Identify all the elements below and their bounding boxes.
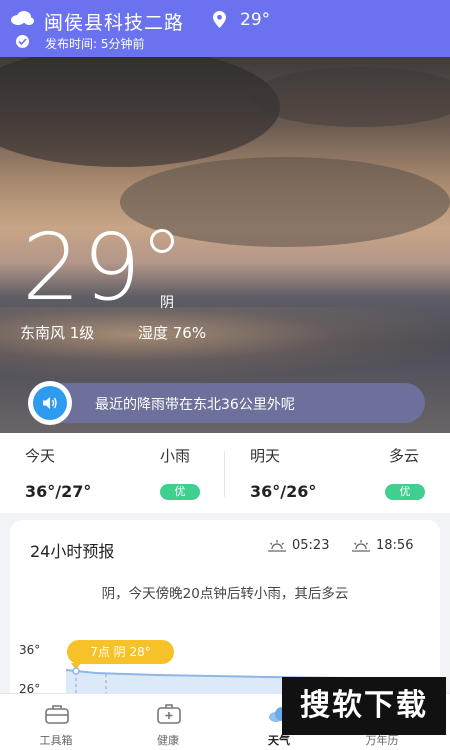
location-header: 闽侯县科技二路 29° 发布时间: 5分钟前 — [0, 0, 450, 57]
tomorrow-label: 明天 — [250, 447, 281, 465]
hero-cloud — [0, 57, 280, 167]
today-label: 今天 — [25, 447, 56, 465]
current-hour-dot — [72, 667, 80, 675]
rain-alert-banner[interactable]: 最近的降雨带在东北36公里外呢 — [28, 381, 425, 425]
sunset-icon — [352, 540, 370, 552]
sunrise-time: 05:23 — [292, 538, 330, 553]
day-divider — [224, 451, 225, 497]
tomorrow-temp-range: 36°/26° — [250, 482, 317, 501]
daily-summary: 今天 小雨 36°/27° 优 明天 多云 36°/26° 优 — [0, 433, 450, 513]
verified-icon — [16, 35, 29, 48]
tomorrow-condition: 多云 — [389, 447, 420, 465]
wind-info: 东南风 1级 — [20, 324, 95, 342]
nav-label: 健康 — [157, 734, 179, 747]
watermark: 搜软下载 — [282, 677, 446, 735]
nav-toolbox[interactable]: 工具箱 — [11, 694, 101, 750]
hourly-title: 24小时预报 — [30, 542, 115, 561]
today-condition: 小雨 — [160, 447, 191, 465]
weather-hero: 29 阴 东南风 1级 湿度 76% — [0, 57, 450, 437]
toolbox-icon — [45, 705, 69, 724]
hero-cloud — [250, 67, 450, 127]
y-axis-max-label: 36° — [19, 643, 41, 657]
today-temp-range: 36°/27° — [25, 482, 92, 501]
location-pin-icon[interactable] — [213, 11, 226, 28]
nav-label: 工具箱 — [39, 734, 73, 747]
degree-symbol — [150, 229, 174, 253]
current-temperature: 29 — [22, 214, 144, 321]
nav-health[interactable]: 健康 — [123, 694, 213, 750]
today-aqi-badge: 优 — [160, 484, 200, 500]
sunrise-icon — [268, 540, 286, 552]
publish-time: 发布时间: 5分钟前 — [45, 37, 145, 51]
cloud-icon — [11, 11, 34, 25]
humidity-info: 湿度 76% — [138, 324, 207, 342]
alert-text: 最近的降雨带在东北36公里外呢 — [95, 397, 295, 413]
header-temperature: 29° — [240, 10, 271, 30]
speaker-icon[interactable] — [28, 381, 72, 425]
city-name[interactable]: 闽侯县科技二路 — [44, 8, 184, 35]
tomorrow-aqi-badge: 优 — [385, 484, 425, 500]
sunset-time: 18:56 — [376, 538, 414, 553]
hourly-description: 阴，今天傍晚20点钟后转小雨，其后多云 — [101, 586, 349, 602]
current-condition: 阴 — [160, 295, 174, 311]
first-aid-icon — [157, 704, 181, 724]
hourly-tooltip: 7点 阴 28° — [67, 640, 174, 670]
